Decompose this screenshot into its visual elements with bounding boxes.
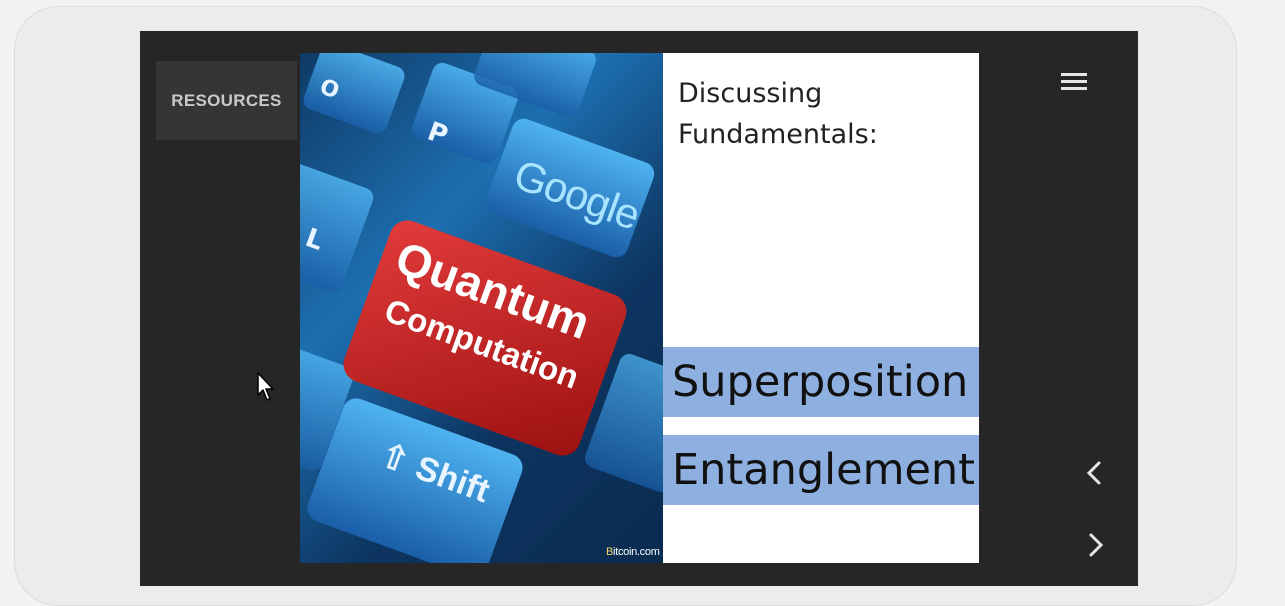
- hamburger-menu-icon[interactable]: [1056, 69, 1092, 95]
- menu-bar: [1061, 87, 1087, 90]
- mouse-cursor-icon: [256, 371, 276, 403]
- chevron-right-icon[interactable]: [1077, 527, 1113, 563]
- chevron-left-icon[interactable]: [1077, 455, 1113, 491]
- slide: O P L Google Quantum Computation ⇧ Shift…: [300, 53, 979, 563]
- resources-button[interactable]: RESOURCES: [156, 61, 297, 140]
- presentation-viewer: RESOURCES O P L Google Quantum Computati…: [140, 31, 1138, 586]
- device-frame: RESOURCES O P L Google Quantum Computati…: [14, 6, 1237, 606]
- menu-bar: [1061, 73, 1087, 76]
- menu-bar: [1061, 80, 1087, 83]
- quantum-keyboard-image: O P L Google Quantum Computation ⇧ Shift…: [300, 53, 663, 563]
- bullet-superposition: Superposition: [663, 347, 979, 417]
- image-credit: Bitcoin.com: [606, 546, 660, 558]
- slide-title: Discussing Fundamentals:: [678, 78, 878, 150]
- credit-rest: itcoin.com: [613, 546, 660, 558]
- bullet-entanglement: Entanglement: [663, 435, 979, 505]
- credit-b: B: [606, 546, 614, 558]
